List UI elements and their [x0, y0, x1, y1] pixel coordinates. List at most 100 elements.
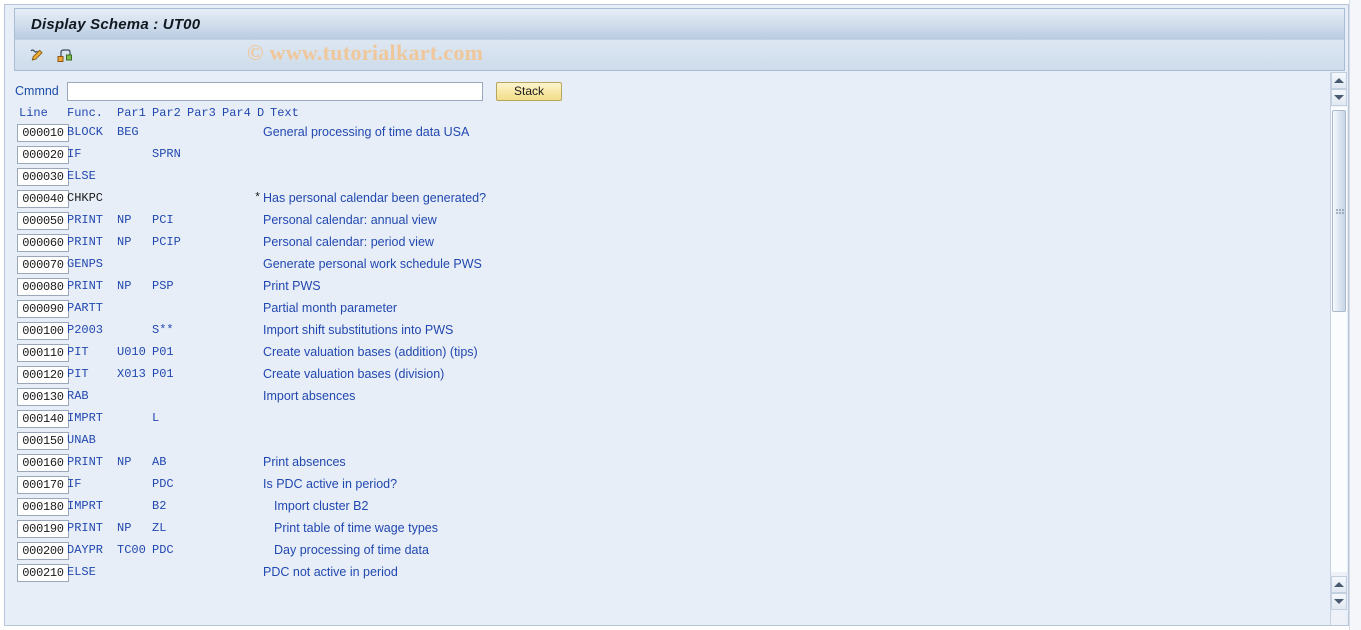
cell-par1[interactable]: NP	[117, 213, 131, 228]
cell-par2[interactable]: PDC	[152, 477, 174, 492]
table-row[interactable]: 000120 PIT X013 P01 Create valuation bases (…	[5, 365, 1325, 387]
cell-func[interactable]: DAYPR	[67, 543, 103, 558]
line-number-field[interactable]: 000150	[17, 432, 69, 450]
cell-func[interactable]: GENPS	[67, 257, 103, 272]
table-row[interactable]: 000080 PRINT NP PSP Print PWS	[5, 277, 1325, 299]
line-number-field[interactable]: 000180	[17, 498, 69, 516]
line-number-field[interactable]: 000160	[17, 454, 69, 472]
cell-par1[interactable]: NP	[117, 235, 131, 250]
table-row[interactable]: 000140 IMPRT L	[5, 409, 1325, 431]
cell-func[interactable]: IF	[67, 477, 81, 492]
cell-func[interactable]: PRINT	[67, 455, 103, 470]
table-row[interactable]: 000010 BLOCK BEG General processing of time…	[5, 123, 1325, 145]
line-number-field[interactable]: 000040	[17, 190, 69, 208]
cell-par1[interactable]: TC00	[117, 543, 146, 558]
line-number-field[interactable]: 000080	[17, 278, 69, 296]
cell-func[interactable]: PRINT	[67, 279, 103, 294]
line-number-field[interactable]: 000120	[17, 366, 69, 384]
cell-text: Generate personal work schedule PWS	[263, 257, 482, 271]
grid-vertical-scrollbar[interactable]	[1330, 72, 1347, 625]
table-row[interactable]: 000030 ELSE	[5, 167, 1325, 189]
cell-func[interactable]: ELSE	[67, 565, 96, 580]
line-number-field[interactable]: 000190	[17, 520, 69, 538]
table-row[interactable]: 000210 ELSE PDC not active in period	[5, 563, 1325, 585]
line-number-field[interactable]: 000090	[17, 300, 69, 318]
cell-par2[interactable]: P01	[152, 345, 174, 360]
cell-par1[interactable]: NP	[117, 521, 131, 536]
line-number-field[interactable]: 000020	[17, 146, 69, 164]
cell-par1[interactable]: NP	[117, 279, 131, 294]
table-row[interactable]: 000100 P2003 S** Import shift substitutions…	[5, 321, 1325, 343]
table-row[interactable]: 000130 RAB Import absences	[5, 387, 1325, 409]
line-number-field[interactable]: 000170	[17, 476, 69, 494]
table-row[interactable]: 000090 PARTT Partial month parameter	[5, 299, 1325, 321]
structure-icon[interactable]	[53, 43, 77, 67]
cell-par2[interactable]: PSP	[152, 279, 174, 294]
table-row[interactable]: 000110 PIT U010 P01 Create valuation bases (…	[5, 343, 1325, 365]
cell-func[interactable]: IMPRT	[67, 499, 103, 514]
cell-func[interactable]: BLOCK	[67, 125, 103, 140]
line-number-field[interactable]: 000050	[17, 212, 69, 230]
table-row[interactable]: 000190 PRINT NP ZL Print table of time wage …	[5, 519, 1325, 541]
cell-par2[interactable]: P01	[152, 367, 174, 382]
cell-par2[interactable]: L	[152, 411, 159, 426]
cell-func[interactable]: ELSE	[67, 169, 96, 184]
cell-d[interactable]: *	[254, 191, 261, 206]
table-row[interactable]: 000200 DAYPR TC00 PDC Day processing of time…	[5, 541, 1325, 563]
table-row[interactable]: 000020 IF SPRN	[5, 145, 1325, 167]
line-number-field[interactable]: 000010	[17, 124, 69, 142]
line-number-field[interactable]: 000110	[17, 344, 69, 362]
line-number-field[interactable]: 000140	[17, 410, 69, 428]
cell-func[interactable]: IMPRT	[67, 411, 103, 426]
cell-par2[interactable]: B2	[152, 499, 166, 514]
cell-par1[interactable]: X013	[117, 367, 146, 382]
line-number-field[interactable]: 000030	[17, 168, 69, 186]
edit-pencil-icon[interactable]	[25, 43, 49, 67]
table-row[interactable]: 000070 GENPS Generate personal work schedu…	[5, 255, 1325, 277]
cell-func[interactable]: P2003	[67, 323, 103, 338]
grid-scroll-bottom-up-button[interactable]	[1331, 576, 1347, 593]
table-row[interactable]: 000170 IF PDC Is PDC active in period?	[5, 475, 1325, 497]
cell-par2[interactable]: S**	[152, 323, 174, 338]
line-number-field[interactable]: 000070	[17, 256, 69, 274]
table-row[interactable]: 000040 CHKPC * Has personal calendar been g…	[5, 189, 1325, 211]
cell-par1[interactable]: NP	[117, 455, 131, 470]
stack-button[interactable]: Stack	[496, 81, 562, 101]
cell-func[interactable]: PIT	[67, 345, 89, 360]
cell-par1[interactable]: U010	[117, 345, 146, 360]
line-number-field[interactable]: 000100	[17, 322, 69, 340]
table-row[interactable]: 000150 UNAB	[5, 431, 1325, 453]
cell-func[interactable]: UNAB	[67, 433, 96, 448]
cell-func[interactable]: PRINT	[67, 235, 103, 250]
table-row[interactable]: 000050 PRINT NP PCI Personal calendar: annua…	[5, 211, 1325, 233]
cell-text: Import shift substitutions into PWS	[263, 323, 454, 337]
line-number-field[interactable]: 000130	[17, 388, 69, 406]
cell-func[interactable]: RAB	[67, 389, 89, 404]
cell-par1[interactable]: BEG	[117, 125, 139, 140]
line-number-field[interactable]: 000200	[17, 542, 69, 560]
cell-func[interactable]: PIT	[67, 367, 89, 382]
cell-par2[interactable]: SPRN	[152, 147, 181, 162]
cell-par2[interactable]: PCI	[152, 213, 174, 228]
cell-func[interactable]: CHKPC	[67, 191, 103, 206]
grid-scroll-bottom-down-button[interactable]	[1331, 593, 1347, 610]
table-row[interactable]: 000060 PRINT NP PCIP Personal calendar: peri…	[5, 233, 1325, 255]
grid-scroll-up-button[interactable]	[1331, 72, 1347, 89]
cell-par2[interactable]: PCIP	[152, 235, 181, 250]
cell-func[interactable]: PRINT	[67, 521, 103, 536]
cell-par2[interactable]: ZL	[152, 521, 166, 536]
cell-func[interactable]: PRINT	[67, 213, 103, 228]
cell-par2[interactable]: PDC	[152, 543, 174, 558]
grid-scroll-thumb[interactable]	[1332, 110, 1346, 312]
command-input[interactable]	[67, 81, 483, 101]
grid-scroll-down-button[interactable]	[1331, 89, 1347, 106]
line-number-field[interactable]: 000060	[17, 234, 69, 252]
table-row[interactable]: 000180 IMPRT B2 Import cluster B2	[5, 497, 1325, 519]
cell-par2[interactable]: AB	[152, 455, 166, 470]
cell-func[interactable]: PARTT	[67, 301, 103, 316]
cell-func[interactable]: IF	[67, 147, 81, 162]
page-vertical-scrollbar[interactable]	[1349, 0, 1361, 630]
line-number-field[interactable]: 000210	[17, 564, 69, 582]
cell-text: Personal calendar: annual view	[263, 213, 437, 227]
table-row[interactable]: 000160 PRINT NP AB Print absences	[5, 453, 1325, 475]
